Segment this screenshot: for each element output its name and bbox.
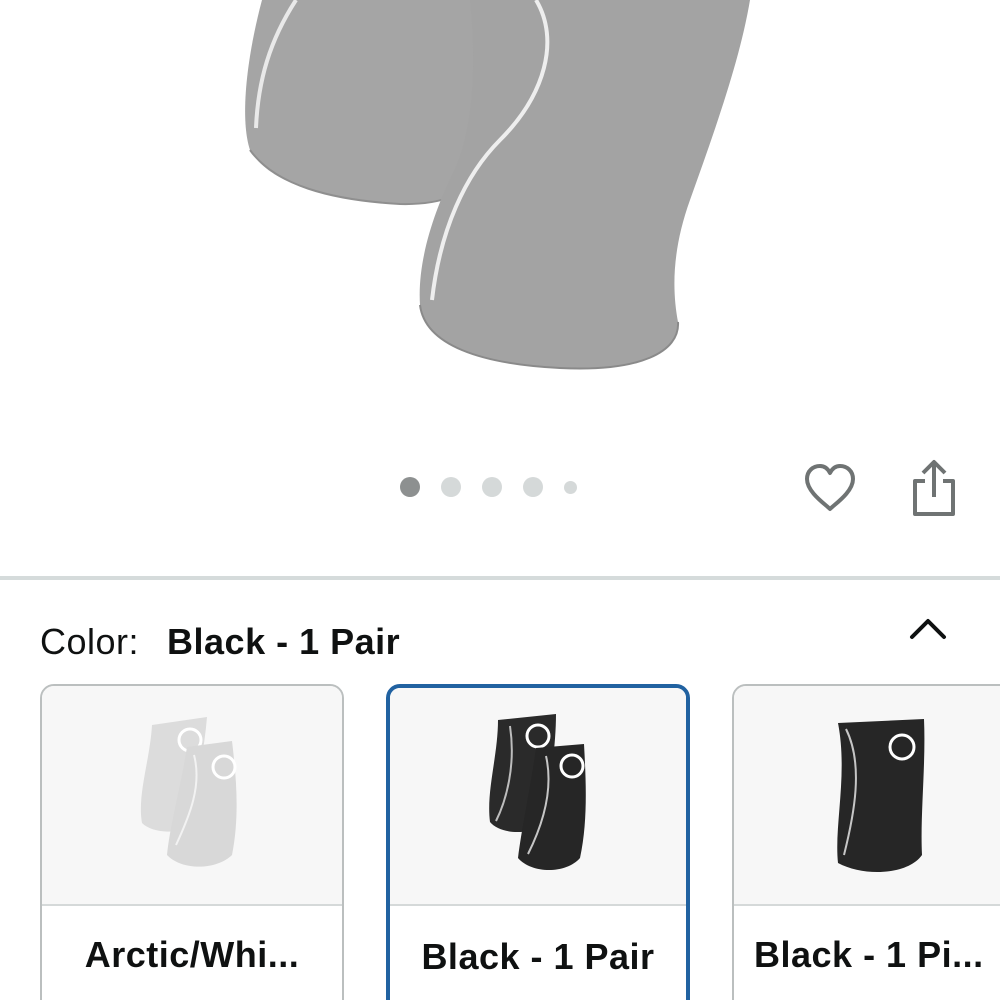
white-knee-sleeves-image: [140, 717, 237, 867]
selected-color-value: Black - 1 Pair: [167, 621, 401, 662]
color-option-label: Black - 1 Pair: [421, 936, 655, 977]
swatch-thumbnail: [734, 686, 1000, 906]
color-options: Arctic/Whi... Black - 1 Pair Black - 1 P…: [0, 684, 1000, 1000]
section-divider: [0, 576, 1000, 580]
knee-sleeves-image: [245, 0, 750, 370]
carousel-dot-active[interactable]: [400, 477, 420, 497]
carousel-dot[interactable]: [564, 480, 577, 494]
color-option-black-1-piece[interactable]: Black - 1 Pi...: [732, 684, 1000, 1000]
collapse-color-button[interactable]: [900, 606, 956, 650]
color-label: Color:: [40, 621, 140, 662]
color-selector-header: Color: Black - 1 Pair: [40, 618, 960, 666]
carousel-dot[interactable]: [441, 477, 461, 497]
heart-icon: [805, 464, 855, 511]
chevron-up-icon: [910, 619, 946, 639]
black-knee-sleeves-image: [489, 714, 586, 870]
carousel-indicator: [400, 474, 577, 500]
wishlist-button[interactable]: [800, 458, 860, 518]
swatch-thumbnail: [42, 686, 342, 906]
carousel-dot[interactable]: [482, 477, 502, 497]
share-button[interactable]: [904, 456, 964, 520]
color-option-label: Black - 1 Pi...: [754, 934, 984, 975]
swatch-thumbnail: [390, 688, 686, 906]
carousel-dot[interactable]: [523, 477, 543, 497]
color-option-label: Arctic/Whi...: [84, 934, 300, 975]
product-image[interactable]: [0, 0, 1000, 440]
black-single-knee-sleeve-image: [837, 719, 925, 873]
color-option-arctic-white[interactable]: Arctic/Whi...: [40, 684, 344, 1000]
color-option-black-1-pair[interactable]: Black - 1 Pair: [386, 684, 690, 1000]
share-icon: [913, 460, 955, 516]
